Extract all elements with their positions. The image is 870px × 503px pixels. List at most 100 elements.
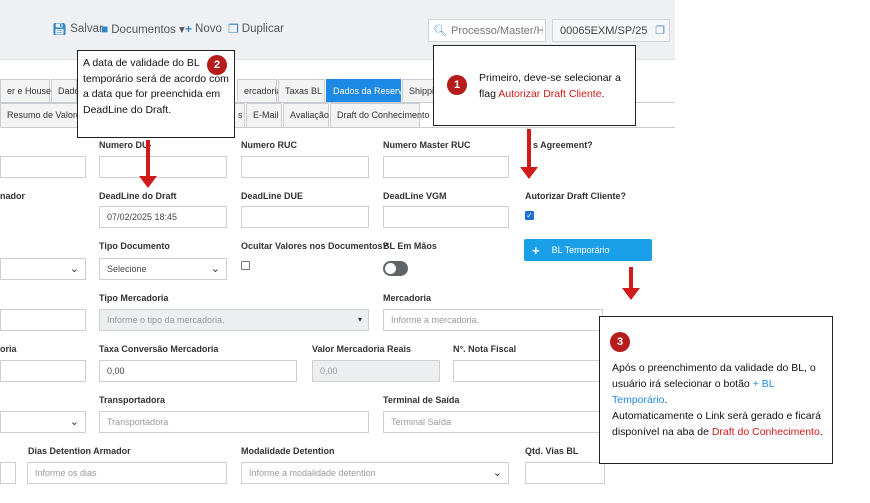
step-3-line2-highlight: Draft do Conhecimento [711, 426, 820, 438]
duplicate-button[interactable]: ❐ Duplicar [228, 22, 284, 36]
chevron-down-icon: ⌄ [492, 467, 502, 479]
copy-icon: ❐ [228, 22, 239, 36]
mercadoria-label: Mercadoria [383, 293, 432, 303]
tipo-documento-select[interactable]: Selecione ⌄ [99, 258, 227, 280]
step-3-line1: Após o preenchimento da validade do BL, … [612, 362, 816, 390]
tab-mercadoria[interactable]: ercadoria [237, 79, 282, 103]
plus-icon: + [185, 22, 193, 36]
left-field-row1[interactable] [0, 156, 86, 178]
mercadoria-input[interactable]: Informe a mercadoria. [383, 309, 603, 331]
duplicate-label: Duplicar [241, 23, 284, 35]
tab-shipping[interactable]: Shippin [402, 79, 439, 103]
numero-master-ruc-input[interactable] [383, 156, 509, 178]
step-1-highlight: Autorizar Draft Cliente [498, 87, 602, 100]
armador-label: nador [0, 191, 26, 201]
chevron-down-icon: ⌄ [69, 416, 79, 428]
nota-fiscal-label: N°. Nota Fiscal [453, 344, 517, 354]
modalidade-detention-select[interactable]: Informe a modalidade detention ⌄ [241, 462, 509, 484]
tab-dados-da-reserva[interactable]: Dados da Reserva [326, 79, 408, 103]
tipo-mercadoria-select[interactable]: Informe o tipo da mercadoria. ▾ [99, 309, 369, 331]
arrow-to-bl-temporario [621, 267, 641, 301]
bl-temporario-label: BL Temporário [551, 245, 610, 255]
left-field-row5[interactable] [0, 360, 86, 382]
autorizar-draft-checkbox[interactable]: ✓ [525, 211, 534, 220]
valor-reais-label: Valor Mercadoria Reais [312, 344, 412, 354]
left-field-row7[interactable] [0, 462, 16, 484]
step-3-line1-suffix: . [664, 394, 668, 406]
dias-detention-label: Dias Detention Armador [28, 446, 131, 456]
chevron-down-icon: ⌄ [69, 263, 79, 275]
agreement-label: s Agreement? [533, 140, 593, 150]
qtd-vias-bl-label: Qtd. Vias BL [525, 446, 579, 456]
tab-draft-conhecimento[interactable]: Draft do Conhecimento [330, 103, 430, 127]
transportadora-input[interactable]: Transportadora [99, 411, 369, 433]
modalidade-placeholder: Informe a modalidade detention [249, 468, 376, 478]
tabs-row-2: Resumo de Valores C [0, 103, 94, 127]
new-button[interactable]: + Novo [185, 22, 222, 36]
deadline-due-label: DeadLine DUE [241, 191, 304, 201]
left-select-row3[interactable]: ⌄ [0, 258, 86, 280]
numero-ruc-label: Numero RUC [241, 140, 298, 150]
callout-step-3: 3 Após o preenchimento da validade do BL… [599, 316, 833, 464]
copy-reference-icon[interactable]: ❐ [655, 24, 665, 37]
taxa-conversao-input[interactable]: 0,00 [99, 360, 297, 382]
process-reference: 00065EXM/SP/25 ❐ [552, 19, 670, 42]
valor-reais-input: 0,00 [312, 360, 440, 382]
tipo-mercadoria-placeholder: Informe o tipo da mercadoria. [107, 315, 225, 325]
tab-dados[interactable]: Dados [51, 79, 84, 103]
tab-taxas-bl[interactable]: Taxas BL [278, 79, 325, 103]
numero-master-ruc-label: Numero Master RUC [383, 140, 471, 150]
deadline-draft-input[interactable]: 07/02/2025 18:45 [99, 206, 227, 228]
ocultar-valores-label: Ocultar Valores nos Documentos? [241, 241, 389, 251]
modalidade-detention-label: Modalidade Detention [241, 446, 335, 456]
bl-temporario-button[interactable]: + BL Temporário [524, 239, 652, 261]
save-button[interactable]: 💾︎ Salvar [52, 22, 103, 36]
dias-detention-input[interactable]: Informe os dias [27, 462, 227, 484]
autorizar-draft-label: Autorizar Draft Cliente? [525, 191, 627, 201]
terminal-saida-label: Terminal de Saída [383, 395, 460, 405]
numero-du-input[interactable] [99, 156, 227, 178]
step-2-text: A data de validade do BL temporário será… [83, 56, 233, 118]
tabs-row-2-right: s E-Mail Avaliação Draft do Conhecimento [231, 103, 430, 127]
chevron-down-icon: ⌄ [210, 263, 220, 275]
transportadora-label: Transportadora [99, 395, 166, 405]
nota-fiscal-input[interactable] [453, 360, 601, 382]
tab-avaliacao[interactable]: Avaliação [283, 103, 329, 127]
tab-resumo-valores[interactable]: Resumo de Valores C [0, 103, 94, 127]
save-icon: 💾︎ [52, 22, 68, 36]
search-input[interactable] [451, 24, 543, 37]
step-1-suffix: . [601, 87, 605, 100]
step-3-line2-suffix: . [819, 426, 823, 438]
terminal-saida-input[interactable]: Terminal Saída [383, 411, 603, 433]
tabs-row-1-right: ercadoria Taxas BL Dados da Reserva Ship… [237, 79, 439, 103]
deadline-vgm-label: DeadLine VGM [383, 191, 447, 201]
step-1-text: Primeiro, deve-se selecionar a flag Auto… [479, 71, 635, 102]
callout-step-1: 1 Primeiro, deve-se selecionar a flag Au… [433, 45, 636, 126]
step-3-text: Após o preenchimento da validade do BL, … [612, 360, 827, 440]
documents-label: Documentos ▾ [111, 24, 185, 36]
process-search[interactable]: 🔍︎ [428, 19, 546, 42]
reference-value: 00065EXM/SP/25 [560, 25, 648, 37]
tipo-documento-value: Selecione [107, 264, 147, 274]
left-select-row6[interactable]: ⌄ [0, 411, 86, 433]
bl-em-maos-toggle[interactable] [383, 261, 408, 276]
deadline-draft-label: DeadLine do Draft [99, 191, 177, 201]
deadline-vgm-input[interactable] [383, 206, 509, 228]
numero-ruc-input[interactable] [241, 156, 369, 178]
save-label: Salvar [70, 23, 103, 35]
qtd-vias-bl-input[interactable] [525, 462, 605, 484]
step-3-badge: 3 [610, 332, 630, 352]
new-label: Novo [195, 23, 222, 35]
left-field-row4[interactable] [0, 309, 86, 331]
callout-step-2: 2 A data de validade do BL temporário se… [77, 50, 235, 138]
tab-container-house[interactable]: er e House [0, 79, 51, 103]
tipo-mercadoria-label: Tipo Mercadoria [99, 293, 169, 303]
tab-email[interactable]: E-Mail [246, 103, 282, 127]
deadline-due-input[interactable] [241, 206, 369, 228]
documents-dropdown[interactable]: ■ Documentos ▾ [101, 22, 185, 36]
step-1-badge: 1 [447, 75, 467, 95]
taxa-conversao-label: Taxa Conversão Mercadoria [99, 344, 219, 354]
ocultar-valores-checkbox[interactable] [241, 261, 250, 270]
tipo-documento-label: Tipo Documento [99, 241, 170, 251]
arrow-to-deadline-draft [138, 140, 158, 190]
